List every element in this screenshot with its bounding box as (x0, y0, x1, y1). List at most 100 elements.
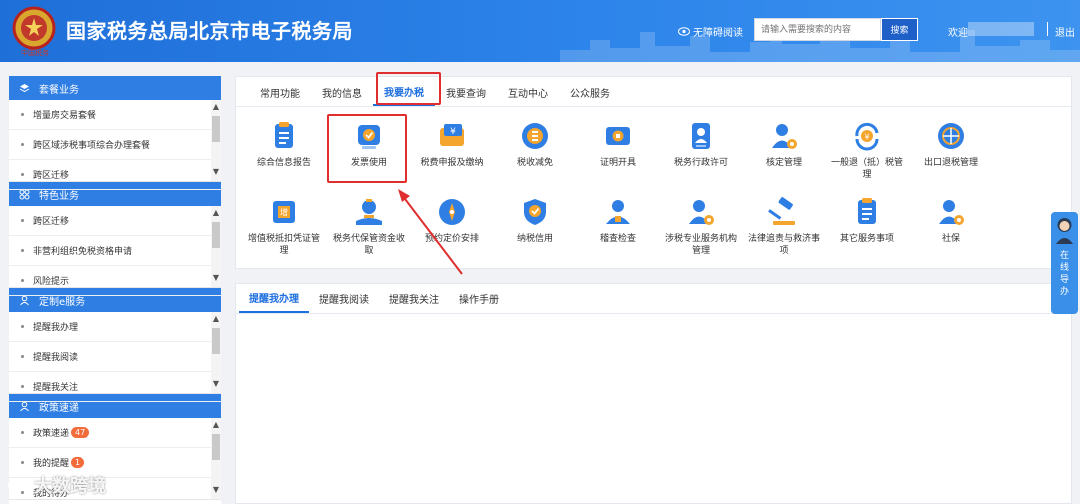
bullet-icon (21, 279, 24, 282)
tile-assessment[interactable]: 核定管理 (744, 119, 824, 169)
chevron-down-icon[interactable]: ▼ (211, 485, 221, 497)
wallet-yuan-icon: ¥ (440, 124, 464, 146)
tile-tax-relief[interactable]: 税收减免 (495, 119, 575, 169)
chevron-down-icon[interactable]: ▼ (211, 379, 221, 391)
tab-remind-read[interactable]: 提醒我阅读 (309, 284, 379, 313)
sidebar-section-package[interactable]: 套餐业务 (9, 76, 221, 100)
chevron-up-icon[interactable]: ▲ (211, 208, 221, 220)
tile-professional-agency[interactable]: 涉税专业服务机构管理 (661, 195, 741, 257)
user-icon (20, 401, 29, 411)
chevron-down-icon[interactable]: ▼ (211, 273, 221, 285)
header-bar: 中国税务 国家税务总局北京市电子税务局 无障碍阅读 搜索 欢迎 退出 (0, 0, 1080, 62)
bullet-icon (21, 461, 24, 464)
site-title: 国家税务总局北京市电子税务局 (66, 19, 353, 43)
search-button[interactable]: 搜索 (881, 18, 918, 41)
logout-link[interactable]: 退出 (1055, 24, 1075, 39)
chevron-up-icon[interactable]: ▲ (211, 102, 221, 114)
search-input[interactable] (754, 18, 881, 41)
tile-export-refund[interactable]: 出口退税管理 (911, 119, 991, 169)
refund-cycle-icon: ¥ (855, 122, 879, 151)
bullet-icon (21, 143, 24, 146)
tab-query[interactable]: 我要查询 (435, 78, 497, 106)
tile-other-services[interactable]: 其它服务事项 (827, 195, 907, 245)
tile-legal-remedy[interactable]: 法律追责与救济事项 (744, 195, 824, 257)
tab-remind-handle[interactable]: 提醒我办理 (239, 284, 309, 313)
sidebar-item[interactable]: 跨区迁移 (9, 160, 221, 190)
sidebar-item[interactable]: 提醒我阅读 (9, 342, 221, 372)
layers-icon (19, 83, 30, 92)
scroll-thumb[interactable] (212, 328, 220, 354)
tile-label: 法律追责与救济事项 (747, 234, 820, 256)
sidebar-item-label: 跨区迁移 (33, 171, 70, 181)
tile-custody-funds[interactable]: 税务代保管资金收取 (329, 195, 409, 257)
tile-label: 核定管理 (765, 158, 802, 168)
compass-icon (439, 199, 465, 225)
sidebar-item[interactable]: 提醒我办理 (9, 312, 221, 342)
tile-refund[interactable]: ¥ 一般退（抵）税管理 (827, 119, 907, 181)
sidebar-scrollbar[interactable]: ▲ ▼ (211, 312, 221, 393)
sidebar-item-label: 政策速递 (33, 429, 70, 439)
tile-info-report[interactable]: 综合信息报告 (244, 119, 324, 169)
tile-pricing-arrangement[interactable]: 预约定价安排 (412, 195, 492, 245)
tab-manual[interactable]: 操作手册 (449, 284, 509, 313)
bullet-icon (21, 249, 24, 252)
bullet-icon (21, 173, 24, 176)
tax-emblem-icon (12, 6, 56, 50)
chevron-up-icon[interactable]: ▲ (211, 314, 221, 326)
tile-label: 其它服务事项 (839, 234, 894, 244)
watermark-text: 大数跨境 (34, 476, 106, 497)
tile-tax-credit[interactable]: 纳税信用 (495, 195, 575, 245)
sidebar-item[interactable]: 提醒我关注 (9, 372, 221, 402)
gavel-icon (768, 197, 795, 225)
svg-text:¥: ¥ (864, 133, 869, 142)
tab-interaction[interactable]: 互动中心 (497, 78, 559, 106)
sidebar-item-label: 风险提示 (33, 277, 70, 287)
sidebar-item[interactable]: 非营利组织免税资格申请 (9, 236, 221, 266)
sidebar-item[interactable]: 增量房交易套餐 (9, 100, 221, 130)
user-gear-icon (689, 200, 714, 225)
sidebar-item[interactable]: 风险提示 (9, 266, 221, 296)
scroll-thumb[interactable] (212, 222, 220, 248)
svg-text:增: 增 (280, 207, 288, 217)
tile-declaration-payment[interactable]: ¥ 税费申报及缴纳 (412, 119, 492, 169)
bullet-icon (21, 113, 24, 116)
tab-public[interactable]: 公众服务 (559, 78, 621, 106)
sidebar-item-label: 跨区迁移 (33, 217, 70, 227)
tile-inspection[interactable]: 稽查检查 (578, 195, 658, 245)
scroll-thumb[interactable] (212, 434, 220, 460)
clipboard-icon (275, 122, 293, 148)
chevron-down-icon[interactable]: ▼ (211, 167, 221, 179)
tab-my-info[interactable]: 我的信息 (311, 78, 373, 106)
scroll-thumb[interactable] (212, 116, 220, 142)
tile-label: 税费申报及缴纳 (420, 158, 484, 168)
sidebar-scrollbar[interactable]: ▲ ▼ (211, 206, 221, 287)
chevron-up-icon[interactable]: ▲ (211, 420, 221, 432)
sidebar-scrollbar[interactable]: ▲ ▼ (211, 418, 221, 499)
tile-label: 出口退税管理 (923, 158, 978, 168)
tab-remind-follow[interactable]: 提醒我关注 (379, 284, 449, 313)
globe-icon (938, 123, 964, 149)
tile-vat-deduction[interactable]: 增 增值税抵扣凭证管理 (244, 195, 324, 257)
online-guide-button[interactable]: 在线导办 (1051, 212, 1078, 314)
tile-admin-license[interactable]: 税务行政许可 (661, 119, 741, 169)
watermark: 大数跨境 (8, 472, 106, 498)
tile-label: 证明开具 (599, 158, 636, 168)
tile-label: 增值税抵扣凭证管理 (247, 234, 320, 256)
agent-avatar-icon (1056, 218, 1073, 244)
sidebar-item[interactable]: 政策速递 47 (9, 418, 221, 448)
id-card-icon (692, 123, 710, 149)
accessibility-link[interactable]: 无障碍阅读 (678, 24, 743, 39)
grid-icon (19, 189, 30, 199)
sidebar-item[interactable]: 跨区域涉税事项综合办理套餐 (9, 130, 221, 160)
tile-certificate[interactable]: 证明开具 (578, 119, 658, 169)
accessibility-label: 无障碍阅读 (693, 28, 743, 39)
user-gear-icon (939, 200, 964, 225)
sidebar-list: 增量房交易套餐 跨区域涉税事项综合办理套餐 跨区迁移 ▲ ▼ (9, 100, 221, 190)
sidebar-scrollbar[interactable]: ▲ ▼ (211, 100, 221, 181)
tab-common[interactable]: 常用功能 (249, 78, 311, 106)
sidebar-item[interactable]: 跨区迁移 (9, 206, 221, 236)
sidebar-item-label: 提醒我办理 (33, 323, 79, 333)
tile-social-security[interactable]: 社保 (911, 195, 991, 245)
sidebar-item-label: 提醒我关注 (33, 383, 79, 393)
sidebar-item-label: 跨区域涉税事项综合办理套餐 (33, 141, 151, 151)
